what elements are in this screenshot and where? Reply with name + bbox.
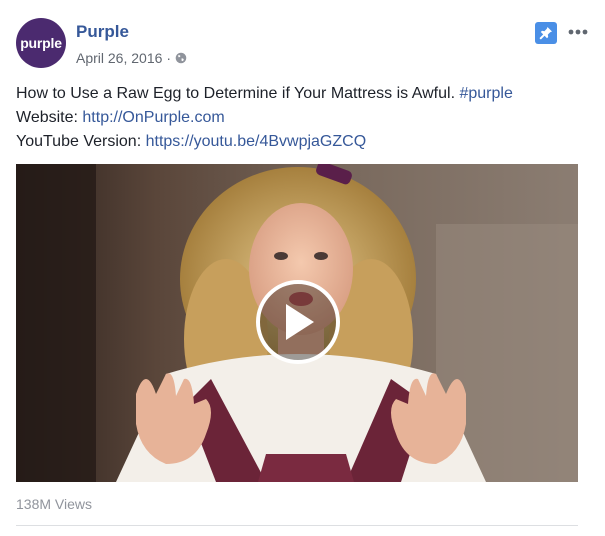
post-header: purple Purple April 26, 2016 · xyxy=(16,18,589,72)
post-headline: How to Use a Raw Egg to Determine if You… xyxy=(16,85,456,102)
post-text-line-1: How to Use a Raw Egg to Determine if You… xyxy=(16,82,589,106)
meta-separator: · xyxy=(166,50,172,66)
page-name-link[interactable]: Purple xyxy=(76,22,129,42)
post-text-line-3: YouTube Version: https://youtu.be/4Bvwpj… xyxy=(16,130,589,154)
play-button[interactable] xyxy=(256,280,340,364)
facebook-post: purple Purple April 26, 2016 · How to Us… xyxy=(0,0,605,536)
website-label: Website: xyxy=(16,109,78,126)
pin-icon xyxy=(539,27,552,40)
website-link[interactable]: http://OnPurple.com xyxy=(82,109,224,126)
more-options-icon xyxy=(568,29,588,35)
post-text: How to Use a Raw Egg to Determine if You… xyxy=(16,82,589,154)
play-icon xyxy=(286,304,314,340)
avatar-logo-text: purple xyxy=(20,35,62,51)
hashtag-link[interactable]: #purple xyxy=(459,85,512,102)
more-options-button[interactable] xyxy=(567,24,589,40)
view-count: 138M Views xyxy=(16,496,93,512)
post-meta: April 26, 2016 · xyxy=(76,50,187,66)
youtube-label: YouTube Version: xyxy=(16,133,142,150)
youtube-link[interactable]: https://youtu.be/4BvwpjaGZCQ xyxy=(146,133,367,150)
video-player[interactable] xyxy=(16,164,578,482)
post-date[interactable]: April 26, 2016 xyxy=(76,50,162,66)
post-text-line-2: Website: http://OnPurple.com xyxy=(16,106,589,130)
globe-icon xyxy=(175,52,187,64)
footer-divider xyxy=(16,525,578,526)
page-avatar[interactable]: purple xyxy=(16,18,66,68)
pin-button[interactable] xyxy=(535,22,557,44)
